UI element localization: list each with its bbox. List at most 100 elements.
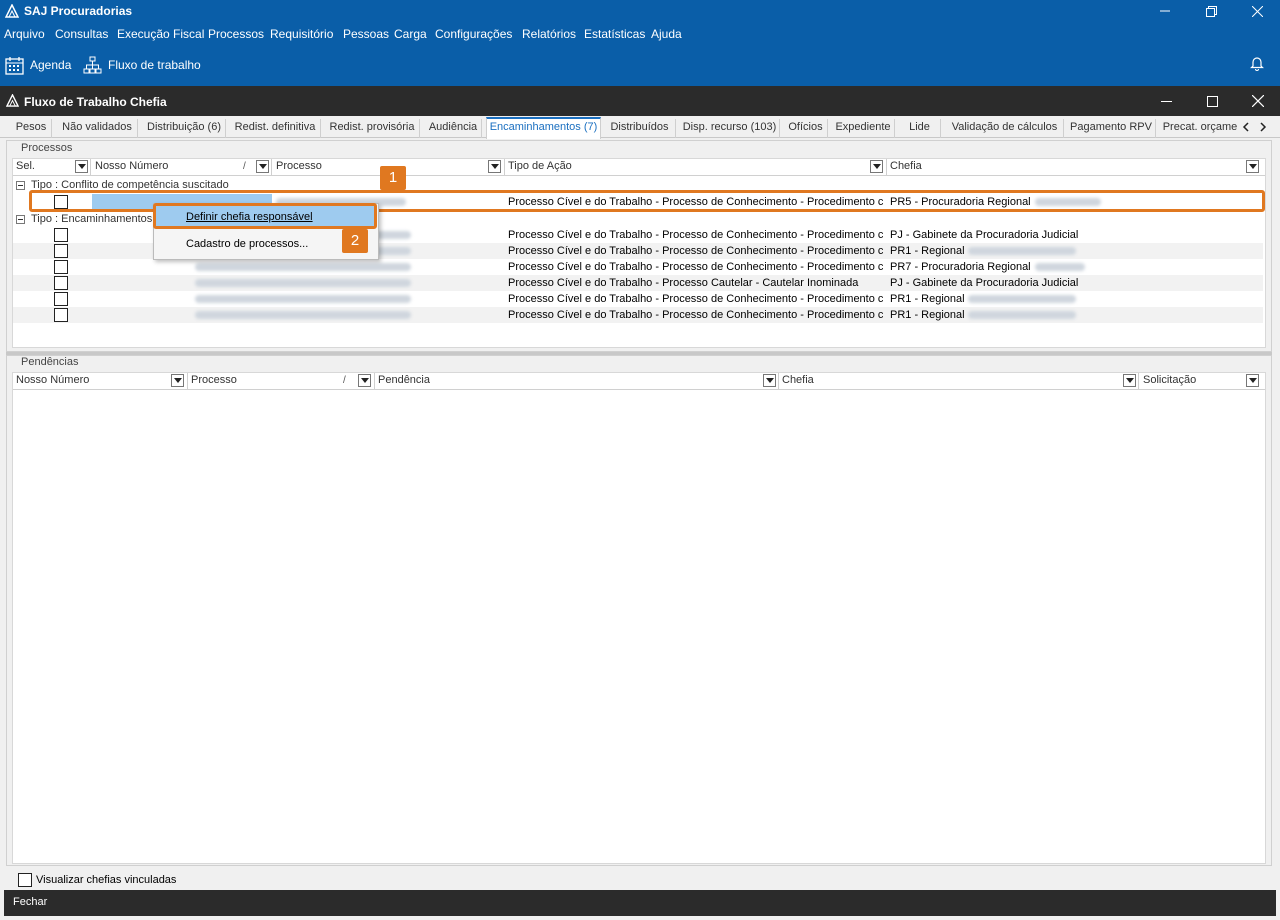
table-row[interactable]: Processo Cível e do Trabalho - Processo … bbox=[13, 291, 1263, 307]
group-2-label: Tipo : Encaminhamentos bbox=[31, 213, 153, 225]
menu-processos[interactable]: Processos bbox=[208, 27, 264, 41]
chefia-cell: PR7 - Procuradoria Regional bbox=[890, 261, 1031, 273]
tab-redist-provisoria[interactable]: Redist. provisória bbox=[325, 119, 420, 138]
toolbar: Agenda Fluxo de trabalho bbox=[0, 46, 1280, 86]
table-row[interactable]: Processo Cível e do Trabalho - Processo … bbox=[13, 275, 1263, 291]
row-select-checkbox[interactable] bbox=[54, 276, 68, 290]
col-nosso-numero-filter-dropdown[interactable] bbox=[256, 160, 269, 173]
col-chefia-filter-dropdown[interactable] bbox=[1246, 160, 1259, 173]
app-title-bar: SAJ Procuradorias bbox=[0, 0, 1280, 22]
collapse-group-2-icon[interactable] bbox=[16, 215, 25, 224]
pcol-processo-label: Processo bbox=[191, 374, 237, 386]
pendencias-grid: Nosso Número Processo / Pendência Chefia… bbox=[12, 372, 1266, 864]
row-select-checkbox[interactable] bbox=[54, 260, 68, 274]
table-row[interactable]: Processo Cível e do Trabalho - Processo … bbox=[13, 307, 1263, 323]
menu-relatorios[interactable]: Relatórios bbox=[522, 27, 576, 41]
chefia-detail-redacted bbox=[968, 295, 1076, 303]
menu-ajuda[interactable]: Ajuda bbox=[651, 27, 682, 41]
tab-validacao-calculos[interactable]: Validação de cálculos bbox=[946, 119, 1064, 138]
pcol-pendencia-filter-dropdown[interactable] bbox=[763, 374, 776, 387]
fluxo-label: Fluxo de trabalho bbox=[108, 58, 201, 72]
table-row[interactable]: Processo Cível e do Trabalho - Processo … bbox=[13, 259, 1263, 275]
fluxo-trabalho-button[interactable]: Fluxo de trabalho bbox=[83, 54, 201, 76]
col-tipo-acao-filter-dropdown[interactable] bbox=[870, 160, 883, 173]
pendencias-title: Pendências bbox=[21, 356, 79, 368]
agenda-button[interactable]: Agenda bbox=[5, 54, 71, 76]
tab-scroll-left-icon[interactable] bbox=[1242, 122, 1250, 132]
close-app-button[interactable] bbox=[1234, 0, 1280, 22]
processos-title: Processos bbox=[21, 142, 73, 154]
menu-pessoas[interactable]: Pessoas bbox=[343, 27, 389, 41]
tab-scroll-right-icon[interactable] bbox=[1259, 122, 1267, 132]
minimize-button[interactable] bbox=[1142, 0, 1188, 22]
menu-item-cadastro-label: Cadastro de processos... bbox=[186, 238, 309, 250]
tab-audiencia[interactable]: Audiência bbox=[425, 119, 482, 138]
col-chefia-label: Chefia bbox=[890, 160, 922, 172]
col-chefia[interactable]: Chefia bbox=[887, 159, 1265, 175]
workflow-icon bbox=[83, 56, 102, 73]
tab-redist-definitiva[interactable]: Redist. definitiva bbox=[230, 119, 321, 138]
app-title: SAJ Procuradorias bbox=[24, 4, 133, 18]
highlight-menu-outline bbox=[153, 203, 377, 229]
tab-oficios[interactable]: Ofícios bbox=[784, 119, 828, 138]
collapse-group-1-icon[interactable] bbox=[16, 181, 25, 190]
chefia-cell: PR1 - Regional bbox=[890, 309, 965, 321]
menu-requisitorio[interactable]: Requisitório bbox=[270, 27, 333, 41]
pcol-nosso-numero-filter-dropdown[interactable] bbox=[171, 374, 184, 387]
chefia-detail-redacted bbox=[968, 311, 1076, 319]
pcol-chefia-filter-dropdown[interactable] bbox=[1123, 374, 1136, 387]
tipo-acao-cell: Processo Cível e do Trabalho - Processo … bbox=[508, 261, 884, 273]
menu-estatisticas[interactable]: Estatísticas bbox=[584, 27, 645, 41]
pendencias-grid-header: Nosso Número Processo / Pendência Chefia… bbox=[13, 373, 1265, 390]
numbers-redacted bbox=[195, 263, 411, 271]
tab-disp-recurso[interactable]: Disp. recurso (103) bbox=[680, 119, 780, 138]
notification-bell-icon[interactable] bbox=[1250, 55, 1264, 71]
tab-lide[interactable]: Lide bbox=[899, 119, 941, 138]
chefia-detail-redacted bbox=[1035, 263, 1085, 271]
menu-configuracoes[interactable]: Configurações bbox=[435, 27, 512, 41]
pcol-processo[interactable]: Processo bbox=[188, 373, 375, 389]
pcol-chefia[interactable]: Chefia bbox=[779, 373, 1139, 389]
visualizar-chefias-label: Visualizar chefias vinculadas bbox=[36, 874, 177, 886]
fechar-button[interactable]: Fechar bbox=[13, 896, 47, 908]
row-select-checkbox[interactable] bbox=[54, 292, 68, 306]
chefia-cell: PR1 - Regional bbox=[890, 245, 965, 257]
menu-carga[interactable]: Carga bbox=[394, 27, 427, 41]
col-sel-filter-dropdown[interactable] bbox=[75, 160, 88, 173]
row-select-checkbox[interactable] bbox=[54, 228, 68, 242]
tab-precat-orcamento[interactable]: Precat. orçame bbox=[1160, 119, 1240, 138]
tab-distribuicao[interactable]: Distribuição (6) bbox=[143, 119, 226, 138]
pcol-nosso-numero[interactable]: Nosso Número bbox=[13, 373, 188, 389]
tab-nao-validados[interactable]: Não validados bbox=[57, 119, 138, 138]
footer-bar: Fechar bbox=[4, 890, 1276, 916]
tipo-acao-cell: Processo Cível e do Trabalho - Processo … bbox=[508, 293, 884, 305]
pcol-chefia-label: Chefia bbox=[782, 374, 814, 386]
close-icon bbox=[1252, 95, 1264, 107]
col-processo-label: Processo bbox=[276, 160, 322, 172]
child-maximize-button[interactable] bbox=[1189, 86, 1235, 116]
child-close-button[interactable] bbox=[1235, 86, 1280, 116]
row-select-checkbox[interactable] bbox=[54, 308, 68, 322]
tab-pagamento-rpv[interactable]: Pagamento RPV bbox=[1067, 119, 1156, 138]
child-minimize-button[interactable] bbox=[1143, 86, 1189, 116]
tab-expediente[interactable]: Expediente bbox=[832, 119, 895, 138]
col-tipo-acao[interactable]: Tipo de Ação bbox=[505, 159, 887, 175]
tipo-acao-cell: Processo Cível e do Trabalho - Processo … bbox=[508, 309, 884, 321]
tab-encaminhamentos[interactable]: Encaminhamentos (7) bbox=[486, 117, 601, 139]
pcol-pendencia[interactable]: Pendência bbox=[375, 373, 779, 389]
menu-arquivo[interactable]: Arquivo bbox=[4, 27, 45, 41]
minimize-icon bbox=[1160, 100, 1172, 102]
col-nosso-numero-label: Nosso Número bbox=[95, 160, 169, 172]
step-2-callout: 2 bbox=[342, 229, 368, 253]
tab-distribuidos[interactable]: Distribuídos bbox=[604, 119, 676, 138]
menu-consultas[interactable]: Consultas bbox=[55, 27, 108, 41]
col-processo-filter-dropdown[interactable] bbox=[488, 160, 501, 173]
row-select-checkbox[interactable] bbox=[54, 244, 68, 258]
menu-execucao-fiscal[interactable]: Execução Fiscal bbox=[117, 27, 204, 41]
pcol-solicitacao-filter-dropdown[interactable] bbox=[1246, 374, 1259, 387]
col-tipo-acao-label: Tipo de Ação bbox=[508, 160, 572, 172]
pcol-processo-filter-dropdown[interactable] bbox=[358, 374, 371, 387]
visualizar-chefias-checkbox[interactable] bbox=[18, 873, 32, 887]
restore-button[interactable] bbox=[1188, 0, 1234, 22]
tab-pesos[interactable]: Pesos bbox=[11, 119, 52, 138]
